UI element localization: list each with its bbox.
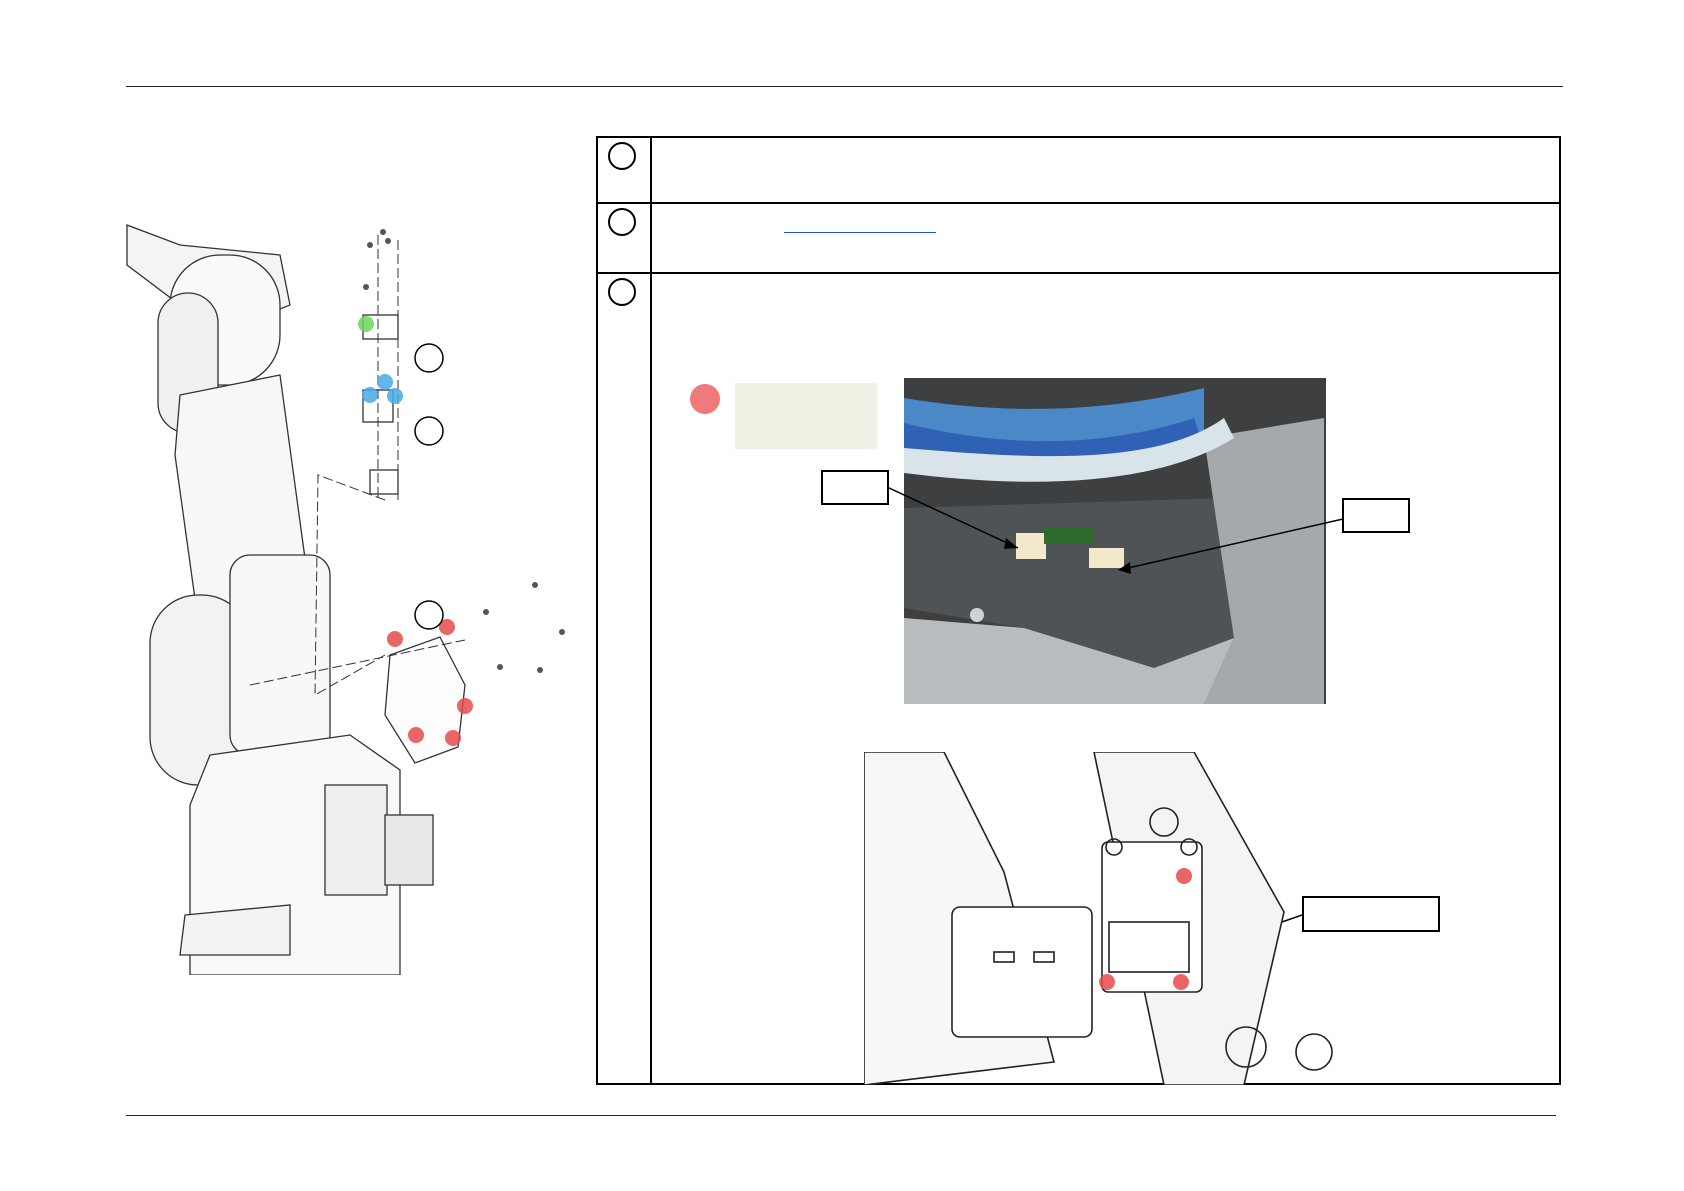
footer-rule bbox=[126, 1115, 1556, 1116]
callout-right bbox=[1342, 498, 1410, 533]
header-rule bbox=[126, 86, 1563, 87]
callout-left bbox=[821, 470, 889, 505]
step-table bbox=[596, 136, 1561, 1085]
board-location-drawing bbox=[864, 752, 1333, 1085]
robot-arm-exploded-drawing bbox=[126, 224, 565, 975]
